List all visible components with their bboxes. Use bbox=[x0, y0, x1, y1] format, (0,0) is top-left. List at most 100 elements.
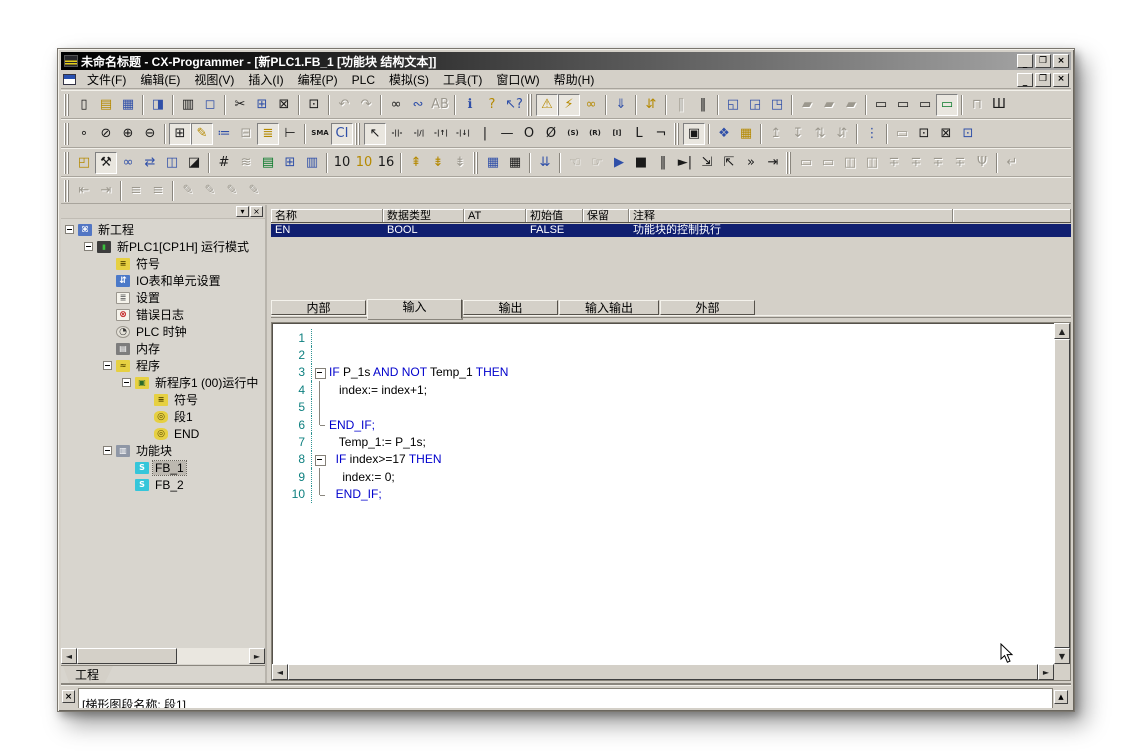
build-tool-button[interactable]: ⚒ bbox=[95, 152, 117, 174]
mode-monitor-button[interactable]: ▭ bbox=[914, 94, 936, 116]
pause-button[interactable]: ‖ bbox=[692, 94, 714, 116]
sim-pause-2-button[interactable]: ☞ bbox=[586, 152, 608, 174]
monitor-signed-button[interactable]: 10 bbox=[353, 152, 375, 174]
new-instruction-button[interactable]: [I] bbox=[606, 123, 628, 145]
fb-param-inout-button[interactable]: ⇅ bbox=[809, 123, 831, 145]
menu-item-9[interactable]: 帮助(H) bbox=[547, 71, 602, 88]
new-contact-down-button[interactable]: -|↓| bbox=[452, 123, 474, 145]
mode-debug-button[interactable]: ▭ bbox=[892, 94, 914, 116]
tree-expand-toggle[interactable] bbox=[103, 446, 112, 455]
program-page-3-button[interactable]: ◳ bbox=[766, 94, 788, 116]
tree-item-6[interactable]: PLC 时钟 bbox=[61, 323, 265, 340]
cross-reference-button[interactable]: ⇄ bbox=[139, 152, 161, 174]
restore-button[interactable]: ❐ bbox=[1035, 54, 1051, 68]
local-symbol-table-button[interactable]: ≣ bbox=[257, 123, 279, 145]
mdi-close-button[interactable]: × bbox=[1053, 73, 1069, 87]
show-grid-button[interactable]: ⊞ bbox=[169, 123, 191, 145]
tree-hscroll-track[interactable] bbox=[77, 648, 249, 664]
debug-tool-3-button[interactable]: ◫ bbox=[839, 152, 861, 174]
tree-item-0[interactable]: 新工程 bbox=[61, 221, 265, 238]
var-col-header-4[interactable]: 保留 bbox=[583, 209, 629, 222]
new-horizontal-button[interactable]: — bbox=[496, 123, 518, 145]
clear-references-button[interactable]: ⇟ bbox=[449, 152, 471, 174]
st-code-editor[interactable]: 123IF P_1s AND NOT Temp_1 THEN4 index:= … bbox=[271, 322, 1071, 681]
editor-scroll-up-button[interactable]: ▲ bbox=[1054, 323, 1070, 339]
time-chart-monitor-button[interactable]: Ш bbox=[988, 94, 1010, 116]
simulator-transfer-button[interactable]: ⇊ bbox=[534, 152, 556, 174]
program-check-button[interactable]: ∞ bbox=[580, 94, 602, 116]
toolbar-grip[interactable] bbox=[64, 180, 69, 202]
toolbar-grip[interactable] bbox=[527, 94, 532, 116]
editor-hscroll-track[interactable] bbox=[288, 664, 1038, 680]
transfer-to-plc-button[interactable]: ⇓ bbox=[610, 94, 632, 116]
tree-hscroll-thumb[interactable] bbox=[77, 648, 177, 664]
force-off-button[interactable]: ▰ bbox=[818, 94, 840, 116]
print-preview-button[interactable]: ◻ bbox=[199, 94, 221, 116]
fold-toggle-icon[interactable] bbox=[311, 364, 326, 381]
fb-param-out-button[interactable]: ↧ bbox=[787, 123, 809, 145]
var-tab-1[interactable]: 输入 bbox=[367, 299, 462, 319]
new-closed-contact-button[interactable]: -|/| bbox=[408, 123, 430, 145]
editor-vscrollbar[interactable]: ▲ ▼ bbox=[1054, 323, 1070, 664]
tree-expand-toggle[interactable] bbox=[103, 361, 112, 370]
fb-param-swap-button[interactable]: ⇵ bbox=[831, 123, 853, 145]
tree-item-10[interactable]: 符号 bbox=[61, 391, 265, 408]
tree-item-4[interactable]: 设置 bbox=[61, 289, 265, 306]
force-on-button[interactable]: ▰ bbox=[796, 94, 818, 116]
sim-pause-1-button[interactable]: ☜ bbox=[564, 152, 586, 174]
editor-scroll-down-button[interactable]: ▼ bbox=[1054, 648, 1070, 664]
editor-vscroll-thumb[interactable] bbox=[1054, 339, 1070, 648]
debug-tool-1-button[interactable]: ▭ bbox=[795, 152, 817, 174]
editor-scroll-right-button[interactable]: ► bbox=[1038, 664, 1054, 680]
io-comment-view-button[interactable]: ▤ bbox=[257, 152, 279, 174]
new-contact-up-button[interactable]: -|↑| bbox=[430, 123, 452, 145]
editor-hscrollbar[interactable]: ◄ ► bbox=[272, 664, 1054, 680]
change-all-button[interactable]: AB bbox=[429, 94, 451, 116]
next-reference-button[interactable]: ⇟ bbox=[427, 152, 449, 174]
var-tab-3[interactable]: 输入输出 bbox=[559, 300, 659, 315]
editor-vscroll-track[interactable] bbox=[1054, 339, 1070, 648]
tree-hscrollbar[interactable]: ◄ ► bbox=[61, 648, 265, 664]
window-browser-button[interactable]: ◰ bbox=[73, 152, 95, 174]
new-vertical-down-button[interactable]: L bbox=[628, 123, 650, 145]
program-page-1-button[interactable]: ◱ bbox=[722, 94, 744, 116]
paste-attributes-button[interactable]: ⊡ bbox=[303, 94, 325, 116]
toolbar-grip[interactable] bbox=[64, 94, 69, 116]
undo-button[interactable]: ↶ bbox=[333, 94, 355, 116]
monitor-decimal-button[interactable]: 10 bbox=[331, 152, 353, 174]
paste-button[interactable]: ⊠ bbox=[273, 94, 295, 116]
menu-item-8[interactable]: 窗口(W) bbox=[489, 71, 546, 88]
menu-item-0[interactable]: 文件(F) bbox=[80, 71, 133, 88]
minimize-button[interactable]: _ bbox=[1017, 54, 1033, 68]
var-row-0[interactable]: ENBOOLFALSE功能块的控制执行 bbox=[271, 224, 1071, 237]
align-list-1-button[interactable]: ≡ bbox=[125, 180, 147, 202]
pause-monitor-button[interactable]: ‖ bbox=[670, 94, 692, 116]
workspace-close-button[interactable]: × bbox=[250, 206, 263, 217]
tree-item-9[interactable]: 新程序1 (00)运行中 bbox=[61, 374, 265, 391]
new-closed-coil-button[interactable]: Ø bbox=[540, 123, 562, 145]
sim-step-run-button[interactable]: ►| bbox=[674, 152, 696, 174]
sim-run-button[interactable]: ▶ bbox=[608, 152, 630, 174]
st-mark-1-button[interactable]: ✎ bbox=[177, 180, 199, 202]
block-hierarchy-button[interactable]: ⋮ bbox=[861, 123, 883, 145]
tree-scroll-left-button[interactable]: ◄ bbox=[61, 648, 77, 664]
toolbar-grip[interactable] bbox=[786, 152, 791, 174]
toolbar-grip[interactable] bbox=[473, 152, 478, 174]
new-file-button[interactable]: ▯ bbox=[73, 94, 95, 116]
workspace-header[interactable]: ▾ × bbox=[61, 205, 265, 219]
mode-program-button[interactable]: ▭ bbox=[870, 94, 892, 116]
tree-item-1[interactable]: 新PLC1[CP1H] 运行模式 bbox=[61, 238, 265, 255]
tree-item-14[interactable]: FB_1 bbox=[61, 459, 265, 476]
fb-param-in-button[interactable]: ↥ bbox=[765, 123, 787, 145]
tree-item-11[interactable]: 段1 bbox=[61, 408, 265, 425]
sim-continuous-step-button[interactable]: » bbox=[740, 152, 762, 174]
st-mark-2-button[interactable]: ✎ bbox=[199, 180, 221, 202]
tree-item-12[interactable]: END bbox=[61, 425, 265, 442]
address-reference-button[interactable]: ◫ bbox=[161, 152, 183, 174]
toolbar-grip[interactable] bbox=[64, 123, 69, 145]
menu-item-2[interactable]: 视图(V) bbox=[187, 71, 241, 88]
fb-invocation-button[interactable]: ❖ bbox=[713, 123, 735, 145]
tree-item-8[interactable]: 程序 bbox=[61, 357, 265, 374]
var-col-header-2[interactable]: AT bbox=[464, 209, 526, 222]
show-rung-annotations-button[interactable]: ⊞ bbox=[279, 152, 301, 174]
